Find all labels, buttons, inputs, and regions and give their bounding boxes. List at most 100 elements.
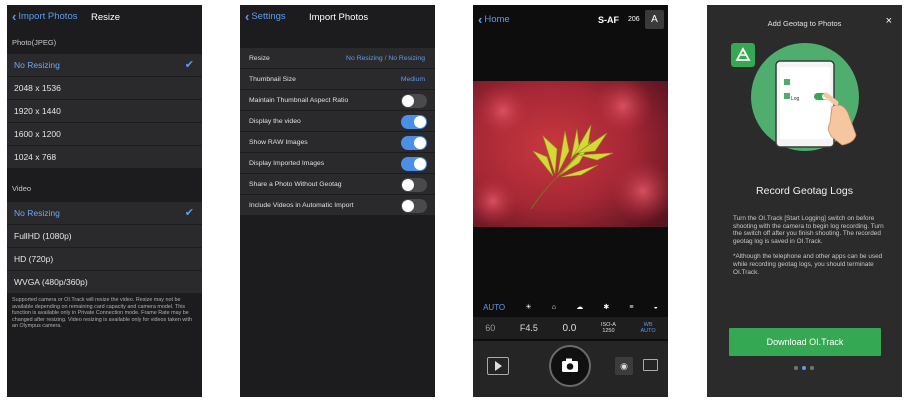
setting-label: Include Videos in Automatic Import [249, 202, 354, 209]
page-title: Resize [91, 12, 121, 23]
photo-option-1600[interactable]: 1600 x 1200 [7, 123, 202, 146]
camera-controls: ◉ [473, 341, 668, 397]
option-label: No Resizing [14, 60, 60, 70]
setting-include-videos: Include Videos in Automatic Import [240, 195, 435, 216]
setting-maintain-aspect: Maintain Thumbnail Aspect Ratio [240, 90, 435, 111]
incandescent-wb-icon[interactable]: ✱ [603, 303, 609, 311]
nav-bar: ‹ Settings Import Photos [240, 5, 435, 30]
remote-shooting-screen: ‹ Home S-AF 206 A AUTO ☀ ⌂ ☁ ✱ ≡ ◒ 60 F4… [473, 5, 668, 397]
shutter-button[interactable] [549, 345, 591, 387]
live-view[interactable] [473, 81, 668, 227]
setting-display-imported: Display Imported Images [240, 153, 435, 174]
setting-thumbnail-size[interactable]: Thumbnail Size Medium [240, 69, 435, 90]
art-filter-button[interactable]: ◉ [615, 357, 633, 375]
aspect-ratio-button[interactable] [643, 359, 658, 371]
setting-share-without-geotag: Share a Photo Without Geotag [240, 174, 435, 195]
resize-screen: ‹ Import Photos Resize Photo(JPEG) No Re… [7, 5, 202, 397]
aperture-value[interactable]: F4.5 [520, 323, 538, 333]
video-option-wvga[interactable]: WVGA (480p/360p) [7, 271, 202, 294]
cloudy-wb-icon[interactable]: ☁ [576, 303, 583, 311]
toggle-switch[interactable] [401, 199, 427, 213]
shade-wb-icon[interactable]: ⌂ [552, 304, 556, 311]
checkmark-icon: ✔ [184, 59, 194, 71]
camera-icon [562, 358, 578, 372]
exposure-values-bar: 60 F4.5 0.0 ISO-A 1250 WB AUTO [473, 317, 668, 339]
video-option-fullhd[interactable]: FullHD (1080p) [7, 225, 202, 248]
toggle-knob [414, 116, 426, 128]
option-label: No Resizing [14, 208, 60, 218]
setting-resize[interactable]: Resize No Resizing / No Resizing [240, 48, 435, 69]
wb-value: AUTO [640, 328, 656, 334]
page-title: Import Photos [309, 12, 369, 23]
page-dot-active[interactable] [802, 366, 806, 370]
geotag-dialog-screen: Add Geotag to Photos × Log Record Geotag… [707, 5, 902, 397]
body-footnote: *Although the telephone and other apps c… [733, 253, 883, 276]
playback-button[interactable] [487, 357, 509, 375]
photo-option-2048[interactable]: 2048 x 1536 [7, 77, 202, 100]
option-label: HD (720p) [14, 254, 54, 264]
back-button[interactable]: ‹ Import Photos [12, 10, 77, 23]
chevron-left-icon: ‹ [245, 8, 250, 24]
setting-label: Maintain Thumbnail Aspect Ratio [249, 97, 349, 104]
toggle-knob [402, 95, 414, 107]
option-label: 1920 x 1440 [14, 106, 61, 116]
resize-note: Supported camera or OI.Track will resize… [12, 297, 192, 330]
setting-label: Display Imported Images [249, 160, 325, 167]
photo-option-no-resizing[interactable]: No Resizing ✔ [7, 54, 202, 77]
back-label: Settings [251, 11, 286, 22]
camera-mode-icons: AUTO ☀ ⌂ ☁ ✱ ≡ ◒ [473, 299, 668, 315]
video-size-list: No Resizing ✔ FullHD (1080p) HD (720p) W… [7, 202, 202, 294]
fluorescent-wb-icon[interactable]: ≡ [629, 304, 633, 311]
body-paragraph: Turn the OI.Track [Start Logging] switch… [733, 215, 884, 245]
exposure-compensation[interactable]: 0.0 [562, 323, 576, 334]
page-indicator [794, 366, 814, 370]
nav-bar: ‹ Import Photos Resize [7, 5, 202, 30]
shutter-speed[interactable]: 60 [485, 323, 495, 333]
iso-value: 1250 [602, 328, 615, 334]
setting-label: Share a Photo Without Geotag [249, 181, 342, 188]
download-oi-track-button[interactable]: Download OI.Track [729, 328, 881, 356]
setting-label: Display the video [249, 118, 301, 125]
back-button[interactable]: ‹ Home [478, 11, 510, 27]
option-label: 1600 x 1200 [14, 129, 61, 139]
photo-option-1920[interactable]: 1920 x 1440 [7, 100, 202, 123]
toggle-knob [402, 179, 414, 191]
page-dot[interactable] [810, 366, 814, 370]
iso-setting[interactable]: ISO-A 1250 [601, 322, 616, 335]
photo-option-1024[interactable]: 1024 x 768 [7, 146, 202, 169]
back-button[interactable]: ‹ Settings [245, 8, 286, 24]
close-button[interactable]: × [886, 15, 892, 27]
video-option-no-resizing[interactable]: No Resizing ✔ [7, 202, 202, 225]
option-label: FullHD (1080p) [14, 231, 72, 241]
shooting-mode-button[interactable]: A [645, 10, 664, 29]
checkmark-icon: ✔ [184, 207, 194, 219]
chevron-left-icon: ‹ [478, 11, 483, 27]
palette-icon: ◉ [620, 361, 628, 371]
section-header-video: Video [12, 184, 32, 193]
setting-label: Resize [249, 55, 270, 62]
focus-mode[interactable]: S-AF [598, 15, 619, 25]
camera-top-bar: ‹ Home S-AF 206 A [473, 5, 668, 35]
play-icon [495, 361, 502, 371]
toggle-switch[interactable] [401, 94, 427, 108]
toggle-switch[interactable] [401, 136, 427, 150]
video-option-hd[interactable]: HD (720p) [7, 248, 202, 271]
setting-value: No Resizing / No Resizing [346, 55, 425, 62]
shots-remaining: 206 [628, 16, 640, 23]
wb-setting[interactable]: WB AUTO [641, 322, 656, 335]
toggle-switch[interactable] [401, 178, 427, 192]
back-label: Home [484, 14, 510, 25]
toggle-switch[interactable] [401, 157, 427, 171]
close-icon: × [885, 15, 892, 27]
toggle-knob [402, 200, 414, 212]
sunny-wb-icon[interactable]: ☀ [525, 303, 531, 311]
setting-label: Thumbnail Size [249, 76, 296, 83]
import-photos-screen: ‹ Settings Import Photos Resize No Resiz… [240, 5, 435, 397]
geotag-illustration [751, 43, 859, 151]
underwater-wb-icon[interactable]: ◒ [654, 304, 658, 311]
toggle-switch[interactable] [401, 115, 427, 129]
auto-mode-label[interactable]: AUTO [483, 303, 505, 312]
setting-value: Medium [400, 76, 425, 83]
page-dot[interactable] [794, 366, 798, 370]
option-label: 2048 x 1536 [14, 83, 61, 93]
